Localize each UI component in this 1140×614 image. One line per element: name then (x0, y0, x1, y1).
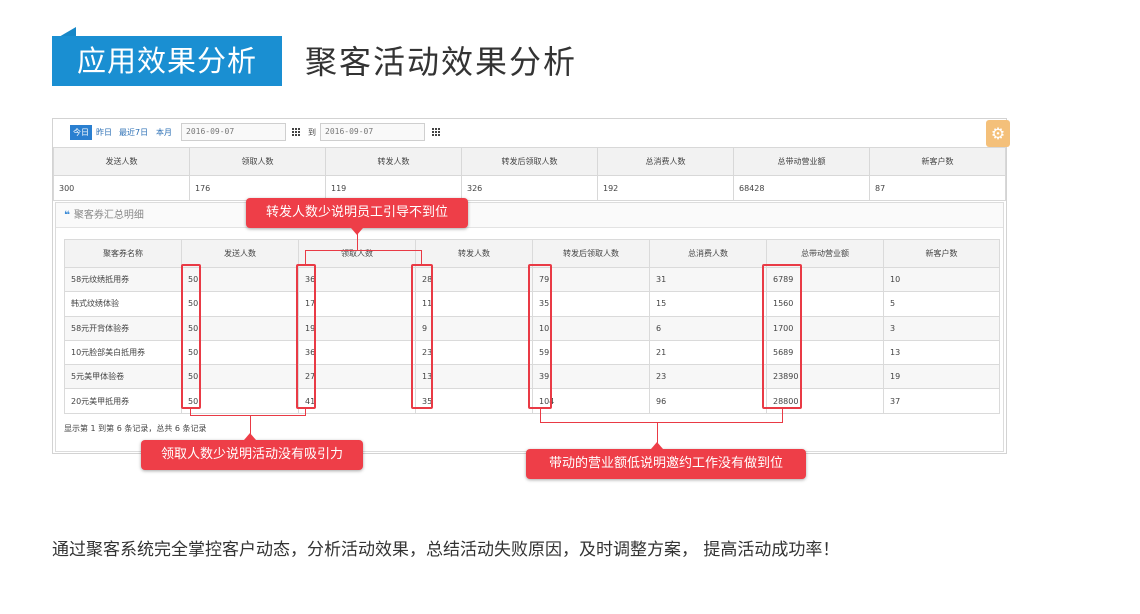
column-header: 总消费人数 (649, 239, 767, 268)
claim-highlight-box (181, 264, 201, 409)
table-cell: 96 (649, 388, 767, 414)
table-cell: 37 (883, 388, 1000, 414)
date-toolbar: 今日 昨日 最近7日 本月 2016-09-07 到 2016-09-07 ⚙ (53, 119, 1010, 147)
table-cell: 58元开背体验券 (64, 315, 182, 341)
pagination-info: 显示第 1 到第 6 条记录，总共 6 条记录 (64, 424, 207, 433)
connector-line (782, 409, 783, 423)
connector-line (540, 409, 541, 423)
summary-cell: 326 (461, 175, 598, 201)
table-cell: 19 (298, 315, 416, 341)
forward-highlight-box (411, 264, 433, 409)
revenue-callout: 带动的营业额低说明邀约工作没有做到位 (526, 449, 806, 479)
start-date-input[interactable]: 2016-09-07 (181, 123, 286, 141)
section-badge: 应用效果分析 (52, 36, 282, 86)
table-cell: 5 (883, 291, 1000, 317)
range-month-button[interactable]: 本月 (153, 125, 175, 140)
table-cell: 28 (415, 266, 533, 293)
column-header: 总消费人数 (597, 147, 734, 176)
summary-cell: 87 (869, 175, 1006, 201)
gear-icon: ⚙ (990, 124, 1006, 143)
table-cell: 11 (415, 291, 533, 317)
table-cell: 23 (415, 339, 533, 366)
settings-button[interactable]: ⚙ (986, 120, 1010, 147)
column-header: 新客户数 (883, 239, 1000, 268)
callout-pointer (244, 433, 256, 440)
forward-callout: 转发人数少说明员工引导不到位 (246, 198, 468, 228)
column-header: 转发人数 (415, 239, 533, 268)
connector-line (540, 422, 783, 423)
table-cell: 3 (883, 315, 1000, 341)
connector-line (357, 233, 358, 251)
revenue-highlight-box (762, 264, 802, 409)
table-cell: 10 (883, 266, 1000, 293)
table-cell: 13 (415, 364, 533, 390)
connector-line (421, 250, 422, 264)
summary-table: 发送人数 领取人数 转发人数 转发后领取人数 总消费人数 总带动营业额 新客户数… (53, 147, 1006, 201)
table-cell: 9 (415, 315, 533, 341)
connector-line (190, 415, 306, 416)
table-cell: 5元美甲体验卷 (64, 364, 182, 390)
table-cell: 36 (298, 339, 416, 366)
table-cell: 20元美甲抵用券 (64, 388, 182, 414)
table-cell: 36 (298, 266, 416, 293)
claim-highlight-box (296, 264, 316, 409)
column-header: 聚客券名称 (64, 239, 182, 268)
summary-cell: 192 (597, 175, 734, 201)
calendar-icon[interactable] (292, 128, 301, 136)
range-today-button[interactable]: 今日 (70, 125, 92, 140)
column-header: 新客户数 (869, 147, 1006, 176)
column-header: 领取人数 (189, 147, 326, 176)
table-cell: 19 (883, 364, 1000, 390)
claim-callout: 领取人数少说明活动没有吸引力 (141, 440, 363, 470)
callout-pointer (651, 442, 663, 449)
column-header: 转发人数 (325, 147, 462, 176)
connector-line (305, 250, 306, 264)
table-cell: 6 (649, 315, 767, 341)
table-cell: 41 (298, 388, 416, 414)
table-cell: 韩式纹绣体验 (64, 291, 182, 317)
table-cell: 23 (649, 364, 767, 390)
summary-cell: 119 (325, 175, 462, 201)
quote-icon: ❝ (64, 210, 70, 221)
table-cell: 10元脸部美白抵用券 (64, 339, 182, 366)
callout-pointer (351, 228, 363, 235)
range-yesterday-button[interactable]: 昨日 (93, 125, 115, 140)
calendar-icon[interactable] (432, 128, 441, 136)
column-header: 发送人数 (53, 147, 190, 176)
column-header: 转发后领取人数 (461, 147, 598, 176)
date-to-label: 到 (308, 128, 316, 137)
range-last7-button[interactable]: 最近7日 (116, 125, 151, 140)
summary-cell: 300 (53, 175, 190, 201)
page-title: 聚客活动效果分析 (305, 43, 578, 81)
panel-title: 聚客券汇总明细 (73, 210, 144, 221)
table-cell: 21 (649, 339, 767, 366)
connector-line (657, 422, 658, 444)
summary-cell: 176 (189, 175, 326, 201)
table-cell: 15 (649, 291, 767, 317)
connector-line (305, 250, 422, 251)
table-cell: 17 (298, 291, 416, 317)
summary-header-row: 发送人数 领取人数 转发人数 转发后领取人数 总消费人数 总带动营业额 新客户数 (53, 147, 1006, 176)
end-date-input[interactable]: 2016-09-07 (320, 123, 425, 141)
table-cell: 58元纹绣抵用券 (64, 266, 182, 293)
panel-header: ❝ 聚客券汇总明细 (56, 203, 1003, 228)
footer-summary-text: 通过聚客系统完全掌控客户动态，分析活动效果，总结活动失败原因，及时调整方案， 提… (52, 540, 840, 560)
summary-values-row: 300 176 119 326 192 68428 87 (53, 175, 1006, 201)
table-cell: 27 (298, 364, 416, 390)
connector-line (250, 415, 251, 435)
table-cell: 13 (883, 339, 1000, 366)
column-header: 总带动营业额 (733, 147, 870, 176)
table-cell: 35 (415, 388, 533, 414)
table-cell: 31 (649, 266, 767, 293)
summary-cell: 68428 (733, 175, 870, 201)
forward-claim-highlight-box (528, 264, 552, 409)
